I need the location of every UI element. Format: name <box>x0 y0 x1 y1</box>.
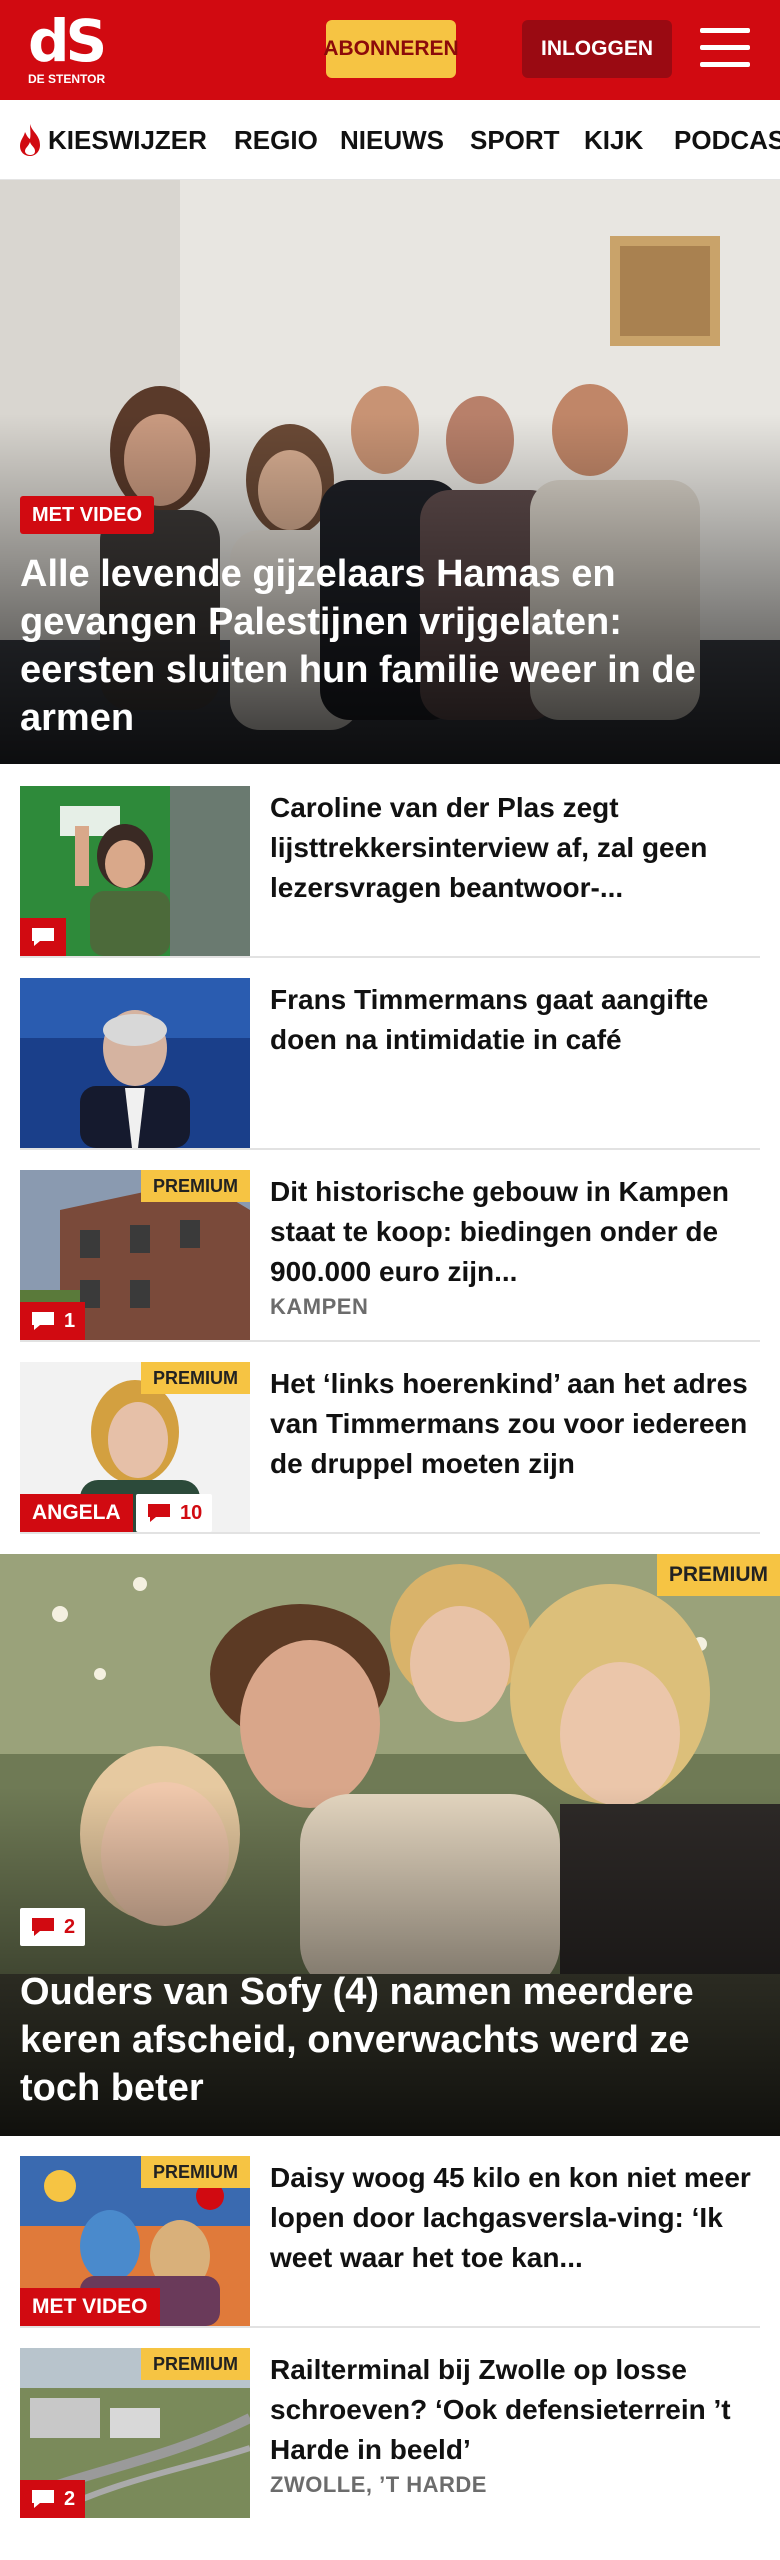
article-location: KAMPEN <box>270 1294 369 1319</box>
menu-icon[interactable] <box>700 26 752 70</box>
nav-item-podcasts[interactable]: PODCAS <box>674 100 780 179</box>
article-thumbnail: PREMIUM MET VIDEO <box>20 2156 250 2326</box>
list-item[interactable]: PREMIUM ANGELA 10 Het ‘links hoerenkind’… <box>20 1362 760 1534</box>
list-item[interactable]: Frans Timmermans gaat aangifte doen na i… <box>20 978 760 1150</box>
video-badge: MET VIDEO <box>20 496 155 534</box>
premium-badge: PREMIUM <box>141 2348 250 2380</box>
site-logo[interactable]: dS DE STENTOR <box>28 12 118 88</box>
comment-icon <box>32 2490 54 2508</box>
comment-icon <box>32 1312 54 1330</box>
list-item[interactable]: Caroline van der Plas zegt lijsttrekkers… <box>20 786 760 958</box>
flame-icon <box>20 124 40 156</box>
nav-item-nieuws[interactable]: NIEUWS <box>340 100 444 179</box>
article-title[interactable]: Frans Timmermans gaat aangifte doen na i… <box>270 980 760 1060</box>
list-item[interactable]: PREMIUM MET VIDEO Daisy woog 45 kilo en … <box>20 2156 760 2328</box>
article-thumbnail: PREMIUM 2 <box>20 2348 250 2518</box>
hero-title[interactable]: Ouders van Sofy (4) namen meerdere keren… <box>20 1968 760 2112</box>
comment-count: 2 <box>64 2487 76 2510</box>
article-title[interactable]: Caroline van der Plas zegt lijsttrekkers… <box>270 788 760 908</box>
hero-article[interactable]: MET VIDEO Alle levende gijzelaars Hamas … <box>0 180 780 764</box>
article-title[interactable]: Dit historische gebouw in Kampen staat t… <box>270 1172 760 1292</box>
comment-count: 10 <box>180 1501 203 1524</box>
comment-badge: 2 <box>20 2480 86 2518</box>
comment-icon <box>32 1918 54 1936</box>
article-thumbnail: PREMIUM 1 <box>20 1170 250 1340</box>
login-button[interactable]: INLOGGEN <box>522 20 672 78</box>
article-title[interactable]: Railterminal bij Zwolle op losse schroev… <box>270 2350 760 2470</box>
article-thumbnail <box>20 786 250 956</box>
subscribe-button[interactable]: ABONNEREN <box>323 20 459 78</box>
article-thumbnail: PREMIUM ANGELA 10 <box>20 1362 250 1532</box>
comment-icon <box>32 928 54 946</box>
nav-item-regio[interactable]: REGIO <box>234 100 318 179</box>
article-title[interactable]: Het ‘links hoerenkind’ aan het adres van… <box>270 1364 760 1484</box>
list-item[interactable]: PREMIUM 1 Dit historische gebouw in Kamp… <box>20 1170 760 1342</box>
nav-item-sport[interactable]: SPORT <box>470 100 560 179</box>
logo-mark: dS <box>28 7 107 75</box>
nav-label: KIESWIJZER <box>48 124 207 155</box>
comment-icon <box>148 1504 170 1522</box>
premium-badge: PREMIUM <box>141 1362 250 1394</box>
site-header: dS DE STENTOR ABONNEREN INLOGGEN <box>0 0 780 100</box>
nav-item-kieswijzer[interactable]: KIESWIJZER <box>16 100 207 179</box>
article-location: ZWOLLE, ’T HARDE <box>270 2472 487 2497</box>
logo-subtitle: DE STENTOR <box>28 72 106 86</box>
comment-count: 1 <box>64 1309 76 1332</box>
premium-badge: PREMIUM <box>141 1170 250 1202</box>
hero-article-2[interactable]: PREMIUM 2 Ouders van Sofy (4) namen meer… <box>0 1554 780 2136</box>
list-item[interactable]: PREMIUM 2 Railterminal bij Zwolle op los… <box>20 2348 760 2518</box>
comment-count: 2 <box>64 1915 76 1938</box>
section-nav: KIESWIJZER REGIO NIEUWS SPORT KIJK PODCA… <box>0 100 780 180</box>
hero-title[interactable]: Alle levende gijzelaars Hamas en gevange… <box>20 550 760 742</box>
premium-badge: PREMIUM <box>141 2156 250 2188</box>
comment-badge <box>20 918 66 956</box>
article-title[interactable]: Daisy woog 45 kilo en kon niet meer lope… <box>270 2158 760 2278</box>
nav-item-kijk[interactable]: KIJK <box>584 100 643 179</box>
premium-badge: PREMIUM <box>656 1554 780 1596</box>
comment-badge: 1 <box>20 1302 86 1340</box>
video-badge: MET VIDEO <box>20 2288 160 2326</box>
column-label: ANGELA <box>20 1494 133 1532</box>
article-thumbnail <box>20 978 250 1148</box>
comment-badge: 2 <box>20 1908 86 1946</box>
comment-badge: 10 <box>136 1494 213 1532</box>
